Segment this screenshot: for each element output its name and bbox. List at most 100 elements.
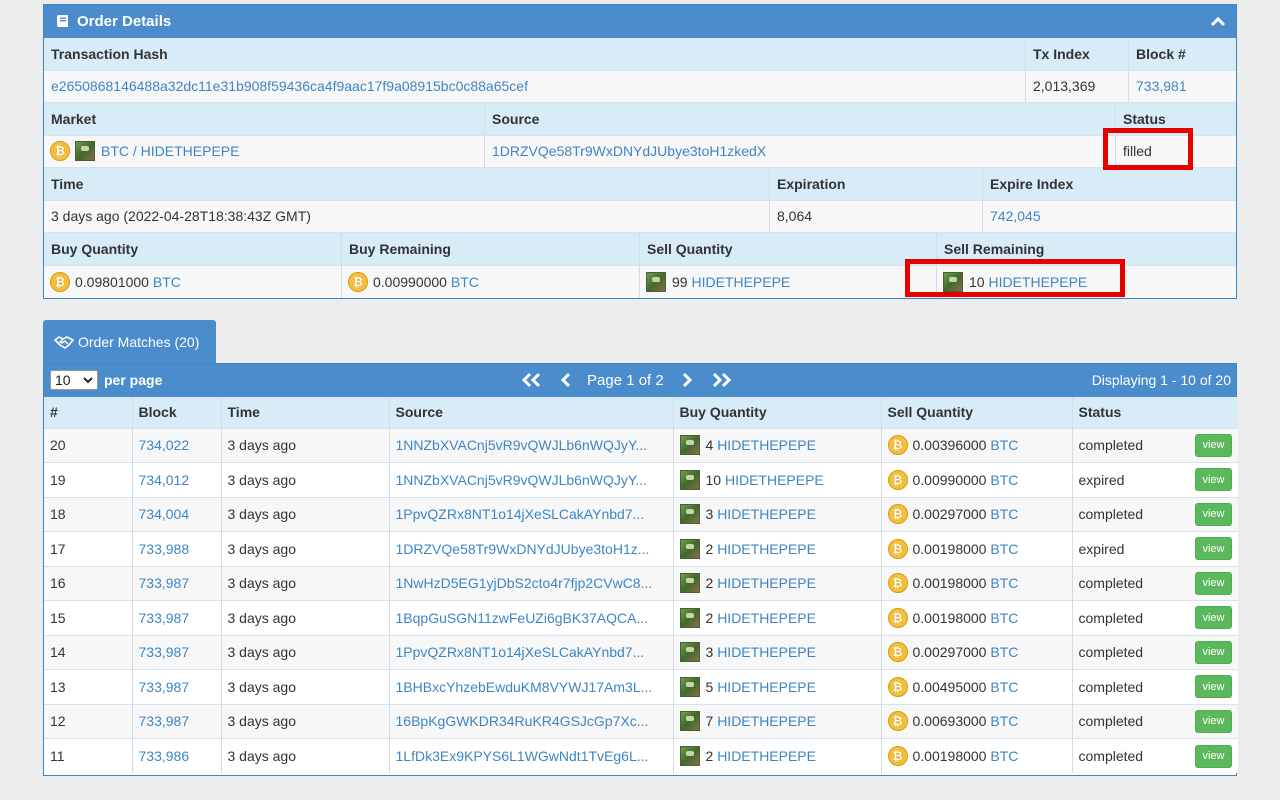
bitcoin-coin-icon: ₿: [887, 676, 908, 697]
match-block-link[interactable]: 733,988: [139, 541, 190, 557]
match-buy-asset-link[interactable]: HIDETHEPEPE: [717, 748, 816, 764]
match-sell-asset-link[interactable]: BTC: [990, 713, 1018, 729]
bitcoin-coin-icon: ₿: [50, 271, 70, 292]
source-link[interactable]: 1DRZVQe58Tr9WxDNYdJUbye3toH1zkedX: [492, 143, 766, 159]
match-source-link[interactable]: 1PpvQZRx8NT1o14jXeSLCakAYnbd7...: [396, 644, 645, 660]
match-source-link[interactable]: 1PpvQZRx8NT1o14jXeSLCakAYnbd7...: [396, 506, 645, 522]
match-sell-quantity: 0.00297000: [912, 506, 987, 523]
buy-quantity-asset-link[interactable]: BTC: [153, 274, 181, 290]
bitcoin-coin-icon: ₿: [887, 504, 908, 525]
view-button[interactable]: view: [1195, 433, 1232, 457]
last-page-button[interactable]: [708, 370, 734, 390]
sell-quantity-asset-link[interactable]: HIDETHEPEPE: [691, 274, 790, 290]
match-buy-quantity: 5: [705, 678, 714, 695]
match-sell-asset-link[interactable]: BTC: [990, 748, 1018, 764]
match-buy-asset-link[interactable]: HIDETHEPEPE: [717, 610, 816, 626]
match-sell-asset-link[interactable]: BTC: [990, 506, 1018, 522]
hidethepepe-asset-icon: [679, 469, 700, 490]
match-buy-asset-link[interactable]: HIDETHEPEPE: [717, 541, 816, 557]
expire-index-link[interactable]: 742,045: [990, 208, 1041, 224]
match-sell-asset-link[interactable]: BTC: [990, 437, 1018, 453]
match-block-link[interactable]: 733,987: [139, 644, 190, 660]
display-info: Displaying 1 - 10 of 20: [1091, 372, 1231, 388]
match-sell-asset-link[interactable]: BTC: [990, 472, 1018, 488]
next-page-button[interactable]: [680, 370, 694, 390]
bitcoin-coin-icon: ₿: [887, 711, 908, 732]
bitcoin-coin-icon: ₿: [887, 642, 908, 663]
match-block-link[interactable]: 733,986: [139, 748, 190, 764]
view-button[interactable]: view: [1195, 640, 1232, 664]
market-link[interactable]: BTC / HIDETHEPEPE: [101, 143, 239, 159]
view-button[interactable]: view: [1195, 675, 1232, 699]
buy-remaining-asset-link[interactable]: BTC: [451, 274, 479, 290]
order-details-header: Order Details: [44, 5, 1236, 38]
first-page-button[interactable]: [519, 370, 545, 390]
match-source-link[interactable]: 1NwHzD5EG1yjDbS2cto4r7fjp2CVwC8...: [396, 575, 653, 591]
match-buy-asset-link[interactable]: HIDETHEPEPE: [717, 506, 816, 522]
match-number: 19: [44, 462, 133, 497]
match-buy-asset-link[interactable]: HIDETHEPEPE: [717, 437, 816, 453]
column-header: Block: [132, 397, 222, 428]
match-block-link[interactable]: 733,987: [139, 679, 190, 695]
match-sell-asset-link[interactable]: BTC: [990, 644, 1018, 660]
view-button[interactable]: view: [1195, 502, 1232, 526]
match-time: 3 days ago: [221, 669, 390, 704]
time-value: 3 days ago (2022-04-28T18:38:43Z GMT): [44, 200, 770, 232]
match-sell-asset-link[interactable]: BTC: [990, 541, 1018, 557]
view-button[interactable]: view: [1195, 468, 1232, 492]
view-button[interactable]: view: [1195, 571, 1232, 595]
chevron-right-icon: [682, 372, 692, 388]
match-buy-asset-link[interactable]: HIDETHEPEPE: [717, 713, 816, 729]
table-row: 18 734,004 3 days ago 1PpvQZRx8NT1o14jXeSLC…: [44, 496, 1238, 532]
match-time: 3 days ago: [221, 427, 390, 463]
match-buy-quantity: 3: [705, 644, 714, 661]
match-source-link[interactable]: 1LfDk3Ex9KPYS6L1WGwNdt1TvEg6L...: [396, 748, 649, 764]
match-block-link[interactable]: 734,022: [139, 437, 190, 453]
market-value-row: ₿ BTC / HIDETHEPEPE 1DRZVQe58Tr9WxDNYdJU…: [44, 135, 1236, 168]
match-buy-asset-link[interactable]: HIDETHEPEPE: [717, 644, 816, 660]
match-sell-quantity: 0.00693000: [912, 713, 987, 730]
view-button[interactable]: view: [1195, 537, 1232, 561]
bitcoin-coin-icon: ₿: [887, 746, 908, 766]
page-label: Page 1 of 2: [587, 371, 664, 389]
view-button[interactable]: view: [1195, 606, 1232, 630]
table-row: 13 733,987 3 days ago 1BHBxcYhzebEwduKM8VYW…: [44, 669, 1238, 704]
match-sell-asset-link[interactable]: BTC: [990, 575, 1018, 591]
match-source-link[interactable]: 1BHBxcYhzebEwduKM8VYWJ17Am3L...: [396, 679, 653, 695]
view-button[interactable]: view: [1195, 744, 1232, 768]
match-number: 14: [44, 634, 133, 670]
hidethepepe-asset-icon: [679, 711, 700, 732]
view-button[interactable]: view: [1195, 709, 1232, 733]
match-sell-asset-link[interactable]: BTC: [990, 679, 1018, 695]
match-source-link[interactable]: 1DRZVQe58Tr9WxDNYdJUbye3toH1z...: [396, 541, 650, 557]
match-block-link[interactable]: 733,987: [139, 610, 190, 626]
match-source-link[interactable]: 16BpKgGWKDR34RuKR4GSJcGp7Xc...: [396, 713, 649, 729]
match-buy-asset-link[interactable]: HIDETHEPEPE: [717, 679, 816, 695]
hidethepepe-asset-icon: [679, 435, 700, 456]
match-source-link[interactable]: 1NNZbXVACnj5vR9vQWJLb6nWQJyY...: [396, 472, 648, 488]
match-buy-asset-link[interactable]: HIDETHEPEPE: [725, 472, 824, 488]
chevron-up-icon[interactable]: [1210, 14, 1226, 30]
match-status: completed: [1078, 609, 1144, 626]
tab-order-matches[interactable]: Order Matches (20): [43, 320, 216, 364]
match-sell-asset-link[interactable]: BTC: [990, 610, 1018, 626]
match-block-link[interactable]: 733,987: [139, 713, 190, 729]
match-block-link[interactable]: 733,987: [139, 575, 190, 591]
tx-value-row: e2650868146488a32dc11e31b908f59436ca4f9a…: [44, 70, 1236, 103]
tx-hash-link[interactable]: e2650868146488a32dc11e31b908f59436ca4f9a…: [51, 78, 528, 94]
bitcoin-coin-icon: ₿: [887, 435, 908, 456]
per-page-select[interactable]: 10: [50, 370, 98, 390]
match-source-link[interactable]: 1BqpGuSGN11zwFeUZi6gBK37AQCA...: [396, 610, 649, 626]
buy-quantity-label: Buy Quantity: [44, 233, 342, 265]
block-link[interactable]: 733,981: [1136, 78, 1187, 94]
prev-page-button[interactable]: [559, 370, 573, 390]
match-buy-asset-link[interactable]: HIDETHEPEPE: [717, 575, 816, 591]
match-source-link[interactable]: 1NNZbXVACnj5vR9vQWJLb6nWQJyY...: [396, 437, 648, 453]
match-number: 13: [44, 669, 133, 704]
hidethepepe-asset-icon: [679, 504, 700, 525]
expiration-value: 8,064: [770, 200, 983, 232]
match-block-link[interactable]: 734,004: [139, 506, 190, 522]
match-block-link[interactable]: 734,012: [139, 472, 190, 488]
per-page-value: 10: [55, 372, 71, 388]
match-time: 3 days ago: [221, 496, 390, 532]
